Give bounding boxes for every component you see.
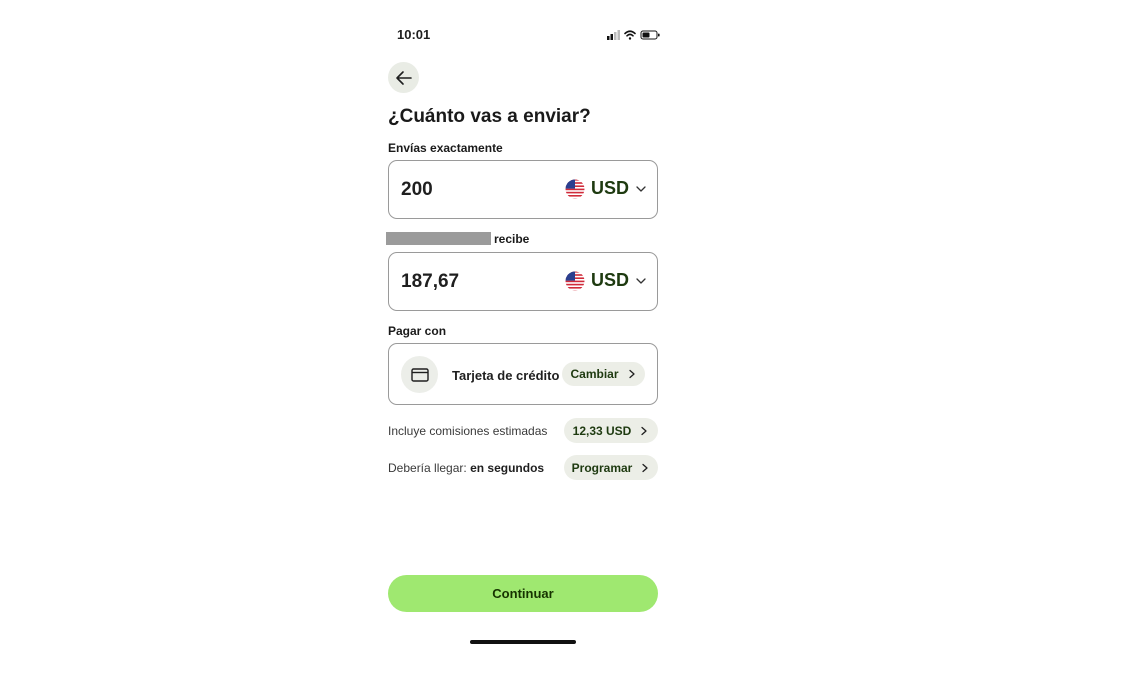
change-payment-label: Cambiar	[570, 367, 619, 381]
redacted-recipient-name	[386, 232, 491, 245]
send-currency-select[interactable]: USD	[565, 178, 647, 199]
arrow-left-icon	[395, 70, 412, 85]
payment-method-box[interactable]: Tarjeta de crédito Cambiar	[388, 343, 658, 405]
arrival-text: Debería llegar: en segundos	[388, 461, 544, 475]
back-button[interactable]	[388, 62, 419, 93]
chevron-down-icon	[636, 277, 646, 284]
home-indicator	[470, 640, 576, 644]
us-flag-icon	[565, 271, 585, 290]
send-label: Envías exactamente	[388, 141, 503, 155]
schedule-label: Programar	[571, 460, 633, 475]
arrival-prefix: Debería llegar:	[388, 461, 467, 475]
receive-label: recibe	[494, 232, 530, 246]
schedule-button[interactable]: Programar	[564, 455, 658, 480]
fees-amount: 12,33 USD	[572, 423, 632, 438]
send-amount-box: 200 USD	[388, 160, 658, 219]
chevron-right-icon	[641, 426, 647, 435]
change-payment-button[interactable]: Cambiar	[562, 362, 645, 386]
payment-method-label: Tarjeta de crédito	[452, 368, 560, 383]
us-flag-icon	[565, 179, 585, 198]
signal-icon	[607, 30, 620, 40]
chevron-right-icon	[628, 369, 635, 379]
continue-button[interactable]: Continuar	[388, 575, 658, 612]
page-title: ¿Cuánto vas a enviar?	[388, 106, 591, 127]
status-icons	[607, 30, 660, 40]
receive-amount-input[interactable]: 187,67	[401, 271, 459, 293]
send-currency-code: USD	[590, 178, 629, 198]
fees-text: Incluye comisiones estimadas	[388, 424, 548, 438]
card-icon-container	[401, 356, 438, 393]
payment-label: Pagar con	[388, 324, 447, 338]
fees-button[interactable]: 12,33 USD	[564, 418, 658, 443]
chevron-right-icon	[642, 463, 648, 472]
battery-icon	[640, 30, 660, 40]
credit-card-icon	[410, 367, 429, 382]
receive-currency-code: USD	[590, 270, 629, 290]
send-amount-input[interactable]: 200	[401, 179, 433, 201]
wifi-icon	[624, 30, 636, 40]
receive-currency-select[interactable]: USD	[565, 270, 647, 291]
arrival-value: en segundos	[470, 461, 545, 475]
chevron-down-icon	[636, 185, 646, 192]
receive-amount-box: 187,67 USD	[388, 252, 658, 311]
status-time: 10:01	[397, 27, 431, 42]
